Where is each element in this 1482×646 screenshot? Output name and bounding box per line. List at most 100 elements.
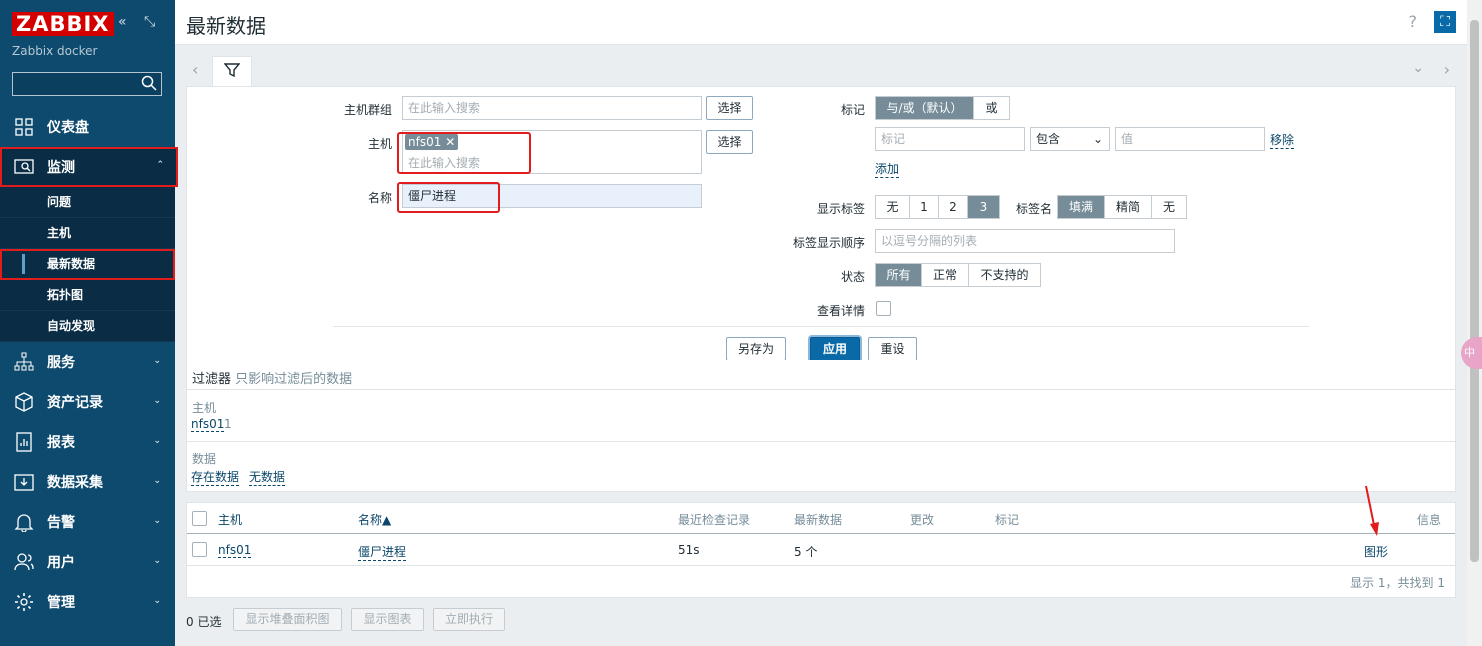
tag-name-input[interactable]: 标记	[875, 127, 1025, 151]
summary-subtitle: 只影响过滤后的数据	[235, 372, 353, 387]
column-last-check: 最近检查记录	[678, 513, 751, 527]
row-graph-link[interactable]: 图形	[1364, 543, 1388, 560]
chevron-right-icon[interactable]: ›	[1444, 60, 1450, 79]
host-select-button[interactable]: 选择	[706, 130, 753, 154]
page-header: 最新数据 ? ⛶	[175, 0, 1467, 45]
tag-remove-link[interactable]: 移除	[1270, 131, 1295, 149]
menu-alerts[interactable]: 告警 ⌄	[0, 502, 175, 542]
divider	[186, 389, 1456, 390]
column-name[interactable]: 名称▲	[358, 511, 391, 528]
details-label: 查看详情	[816, 304, 865, 318]
tag-name-full[interactable]: 填满	[1058, 196, 1105, 218]
row-checkbox[interactable]	[192, 542, 207, 557]
show-tags-2[interactable]: 2	[939, 196, 968, 218]
tag-order-input[interactable]: 以逗号分隔的列表	[875, 229, 1175, 253]
show-tags-3[interactable]: 3	[968, 196, 999, 218]
dashboard-icon	[12, 115, 36, 139]
tag-mode-or[interactable]: 或	[974, 97, 1009, 119]
execute-now-button[interactable]: 立即执行	[433, 608, 505, 631]
submenu-discovery[interactable]: 自动发现	[0, 311, 175, 342]
menu-dashboard[interactable]: 仪表盘	[0, 107, 175, 147]
server-name: Zabbix docker	[12, 44, 98, 58]
page-title: 最新数据	[186, 14, 266, 38]
menu-inventory[interactable]: 资产记录 ⌄	[0, 382, 175, 422]
submenu-problems[interactable]: 问题	[0, 187, 175, 218]
tag-add-link[interactable]: 添加	[875, 160, 900, 178]
tag-value-input[interactable]: 值	[1115, 127, 1265, 151]
menu-monitoring[interactable]: 监测 ⌃	[0, 147, 178, 187]
column-info: 信息	[1417, 513, 1442, 527]
submenu-latest-data[interactable]: 最新数据	[0, 249, 175, 280]
tag-operator-select[interactable]: 包含 ⌄	[1030, 127, 1110, 151]
tag-name-toggle[interactable]: 填满 精简 无	[1057, 195, 1187, 219]
scrollbar-thumb[interactable]	[1470, 20, 1479, 562]
sort-asc-icon: ▲	[382, 513, 392, 527]
show-tags-label: 显示标签	[816, 202, 865, 216]
zabbix-logo[interactable]: ZABBIX	[12, 12, 114, 36]
row-host-link[interactable]: nfs01	[218, 543, 252, 558]
row-last-check: 51s	[678, 543, 700, 557]
filter-tab[interactable]	[212, 56, 252, 87]
show-tags-toggle[interactable]: 无 1 2 3	[875, 195, 1000, 219]
kiosk-sidebar-icon[interactable]: ⤡	[144, 14, 155, 30]
search-icon[interactable]	[141, 75, 157, 91]
show-tags-none[interactable]: 无	[876, 196, 910, 218]
chevron-down-icon: ⌄	[153, 596, 161, 606]
ime-indicator[interactable]: 中	[1461, 337, 1482, 369]
tag-name-label: 标签名	[1015, 202, 1052, 216]
menu-services[interactable]: 服务 ⌄	[0, 342, 175, 382]
summary-title: 过滤器	[192, 372, 232, 387]
menu-reports[interactable]: 报表 ⌄	[0, 422, 175, 462]
without-data-link[interactable]: 无数据	[249, 468, 286, 486]
state-unsupported[interactable]: 不支持的	[969, 264, 1040, 286]
sidebar-search-input[interactable]	[12, 72, 162, 96]
filter-tabs: ‹ ⌄ ›	[186, 56, 1456, 87]
summary-host-link[interactable]: nfs01	[191, 417, 225, 432]
save-as-button[interactable]: 另存为	[726, 337, 786, 361]
collapse-sidebar-icon[interactable]: «	[118, 14, 127, 30]
apply-button[interactable]: 应用	[810, 337, 860, 361]
filter-icon	[223, 63, 241, 78]
state-toggle[interactable]: 所有 正常 不支持的	[875, 263, 1041, 287]
chevron-down-icon: ⌄	[153, 556, 161, 566]
submenu-maps[interactable]: 拓扑图	[0, 280, 175, 311]
chevron-down-icon: ⌄	[153, 476, 161, 486]
inventory-icon	[12, 390, 36, 414]
show-tags-1[interactable]: 1	[910, 196, 939, 218]
host-group-select-button[interactable]: 选择	[706, 96, 753, 120]
chevron-left-icon[interactable]: ‹	[192, 60, 198, 79]
services-icon	[12, 350, 36, 374]
divider	[187, 565, 1455, 566]
data-collection-icon	[12, 470, 36, 494]
menu-data-collection[interactable]: 数据采集 ⌄	[0, 462, 175, 502]
submenu-hosts[interactable]: 主机	[0, 218, 175, 249]
name-label: 名称	[367, 191, 392, 205]
row-item-name-link[interactable]: 僵尸进程	[358, 543, 407, 561]
display-graph-button[interactable]: 显示图表	[351, 608, 424, 631]
chevron-down-icon: ⌄	[153, 356, 161, 366]
tag-mode-and-or[interactable]: 与/或（默认）	[876, 97, 974, 119]
select-all-checkbox[interactable]	[192, 511, 207, 526]
details-checkbox[interactable]	[876, 301, 891, 316]
page-scrollbar[interactable]	[1467, 0, 1482, 646]
chevron-down-icon[interactable]: ⌄	[1412, 60, 1424, 76]
menu-label: 告警	[47, 515, 75, 531]
tag-name-none[interactable]: 无	[1152, 196, 1186, 218]
tag-name-short[interactable]: 精简	[1105, 196, 1152, 218]
state-all[interactable]: 所有	[876, 264, 922, 286]
menu-users[interactable]: 用户 ⌄	[0, 542, 175, 582]
column-change: 更改	[910, 513, 935, 527]
column-host[interactable]: 主机	[218, 511, 242, 528]
reset-button[interactable]: 重设	[868, 337, 917, 361]
host-group-label: 主机群组	[343, 103, 392, 117]
with-data-link[interactable]: 存在数据	[191, 468, 240, 486]
state-normal[interactable]: 正常	[922, 264, 969, 286]
menu-administration[interactable]: 管理 ⌄	[0, 582, 175, 622]
tag-mode-toggle[interactable]: 与/或（默认） 或	[875, 96, 1010, 120]
fullscreen-icon[interactable]: ⛶	[1434, 11, 1456, 33]
help-icon[interactable]: ?	[1409, 12, 1418, 31]
tag-order-label: 标签显示顺序	[792, 236, 865, 250]
host-group-input[interactable]: 在此输入搜索	[402, 96, 702, 120]
stacked-graph-button[interactable]: 显示堆叠面积图	[233, 608, 342, 631]
menu-label: 监测	[47, 160, 75, 176]
